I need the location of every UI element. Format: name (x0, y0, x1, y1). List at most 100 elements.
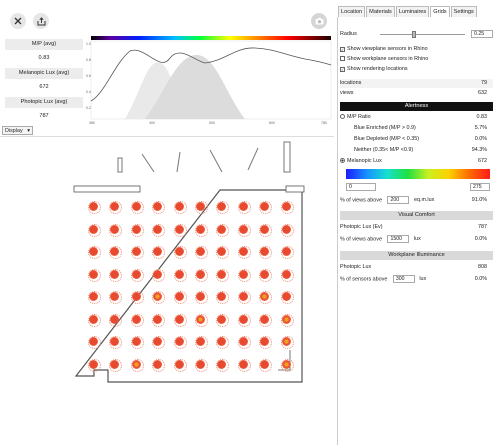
sensors-above-label: % of sensors above (340, 276, 388, 283)
y-tick: 0.6 (86, 74, 91, 78)
views-above-label: % of views above (340, 197, 382, 204)
sensor-grid (70, 140, 310, 390)
x-tick: 500 (209, 121, 215, 125)
mp-avg-value: 0.83 (38, 55, 50, 61)
sensor-point (237, 201, 251, 214)
sensor-point (280, 291, 294, 304)
vc-views-above-row: % of views above 1500 lux 0.0% (340, 235, 493, 244)
blue-depleted-value: 0.0% (474, 136, 487, 142)
sensor-point (195, 246, 208, 259)
show-workplane-check[interactable]: Show workplane sensors in Rhino (340, 55, 493, 64)
sensor-point (280, 201, 294, 214)
views-above-input[interactable]: 200 (387, 196, 410, 204)
radius-label: Radius (340, 31, 357, 37)
photopic-avg-value: 787 (39, 113, 49, 119)
sensor-point (216, 358, 230, 372)
sensor-point (259, 223, 273, 237)
sensor-point (152, 358, 166, 372)
sensor-point (237, 223, 251, 237)
blue-enriched-row: Blue Enriched (M/P > 0.9) 5.7% (340, 124, 493, 133)
sensor-point (237, 268, 251, 282)
export-button[interactable] (33, 13, 49, 29)
sensor-point (216, 268, 230, 282)
sensor-point (109, 336, 123, 349)
x-tick: 600 (269, 121, 275, 125)
mp-ratio-radio[interactable]: M/P Ratio 0.83 (340, 113, 493, 122)
sensors-above-input[interactable]: 300 (392, 275, 415, 283)
sensor-point (152, 246, 166, 259)
radius-slider[interactable] (380, 31, 465, 38)
sensor-point (173, 313, 187, 327)
check-label: Show viewplane sensors in Rhino (347, 46, 428, 52)
scale-min-input[interactable]: 0 (346, 183, 376, 191)
melanopic-radio[interactable]: Melanopic Lux 672 (340, 157, 493, 166)
sensor-point (88, 336, 101, 349)
radius-slider-thumb[interactable] (412, 31, 416, 38)
camera-button[interactable] (311, 13, 327, 29)
chevron-down-icon: ▾ (27, 128, 30, 134)
close-button[interactable] (10, 13, 26, 29)
workplane-lux-label: Photopic Lux (340, 264, 372, 270)
sensor-point (88, 268, 101, 282)
display-dropdown[interactable]: Display ▾ (2, 126, 33, 135)
sensor-point (216, 201, 230, 214)
sensor-point (237, 336, 251, 349)
sensor-point (109, 223, 123, 237)
tab-grids[interactable]: Grids (430, 6, 450, 17)
tab-settings[interactable]: Settings (450, 6, 477, 17)
views-above-value: 91.0% (471, 197, 487, 203)
x-tick: 400 (149, 121, 155, 125)
sensor-point (280, 336, 294, 349)
sensor-point (130, 246, 144, 259)
locations-value: 79 (481, 80, 487, 86)
sensor-point (216, 313, 230, 327)
vc-views-above-input[interactable]: 1500 (387, 235, 410, 243)
radio-icon (340, 114, 345, 119)
sensor-point (259, 291, 273, 304)
sensor-point (280, 246, 294, 259)
sensor-point (109, 201, 123, 214)
show-viewplane-check[interactable]: ✓ Show viewplane sensors in Rhino (340, 45, 493, 54)
check-label: Show rendering locations (347, 66, 408, 72)
tab-location[interactable]: Location (338, 6, 366, 17)
vc-views-above-label: % of views above (340, 236, 382, 243)
mp-avg-label: M/P (avg) (5, 39, 83, 50)
sensor-point (130, 291, 144, 304)
sensors-above-row: % of sensors above 300 lux 0.0% (340, 275, 493, 284)
workplane-header: Workplane Illuminance (340, 251, 493, 260)
x-tick: 780 (321, 121, 327, 125)
melanopic-label: Melanopic Lux (347, 158, 382, 164)
sensor-point (195, 291, 208, 304)
sensor-point (130, 358, 144, 372)
radius-row: Radius 0.25 (340, 30, 493, 39)
sensor-point (88, 201, 101, 214)
sensor-point (88, 223, 101, 237)
radius-input[interactable]: 0.25 (471, 30, 493, 38)
sensor-point (152, 313, 166, 327)
tab-materials[interactable]: Materials (366, 6, 395, 17)
spectrum-bar (91, 36, 331, 40)
views-value: 632 (478, 90, 487, 96)
sensor-point (259, 336, 273, 349)
sensor-point (280, 358, 294, 372)
sensor-point (109, 358, 123, 372)
sensor-point (173, 291, 187, 304)
scale-max-input[interactable]: 275 (470, 183, 490, 191)
x-tick: 380 (89, 121, 95, 125)
sensor-point (195, 268, 208, 282)
show-rendering-check[interactable]: ✓ Show rendering locations (340, 65, 493, 74)
workplane-lux-value: 808 (478, 264, 487, 270)
sensor-point (152, 201, 166, 214)
sensor-point (237, 313, 251, 327)
sensor-point (173, 268, 187, 282)
checkbox-icon: ✓ (340, 47, 345, 52)
melanopic-avg-label: Melanopic Lux (avg) (5, 68, 83, 79)
sensor-point (280, 268, 294, 282)
blue-depleted-label: Blue Depleted (M/P < 0.35) (354, 136, 420, 142)
sensor-point (216, 246, 230, 259)
photopic-avg-label: Photopic Lux (avg) (5, 97, 83, 108)
melanopic-avg-value: 672 (39, 84, 49, 90)
tab-luminaires[interactable]: Luminaires (395, 6, 430, 17)
melanopic-value: 672 (478, 158, 487, 164)
sensor-point (109, 313, 123, 327)
